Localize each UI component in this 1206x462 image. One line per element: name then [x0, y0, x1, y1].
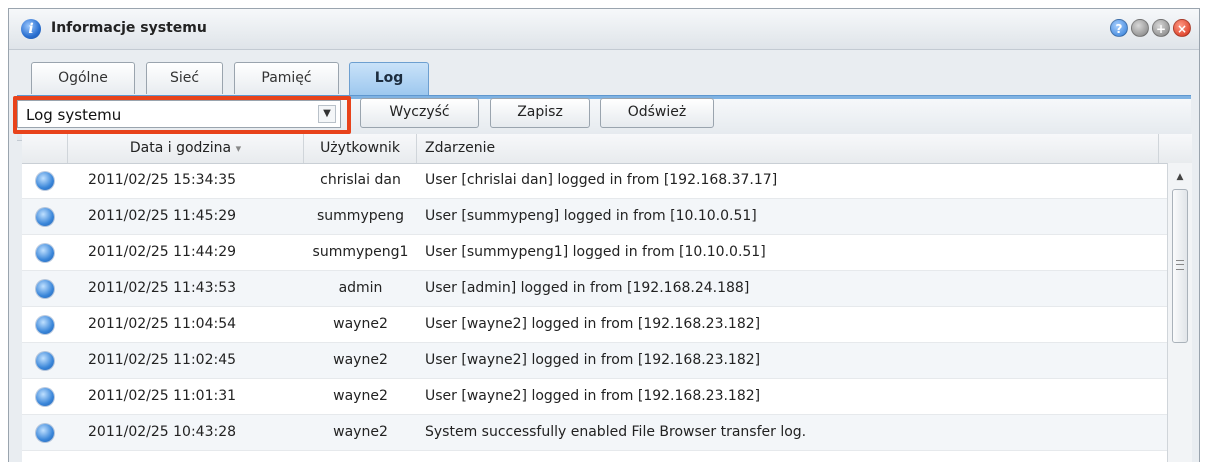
- table-row[interactable]: 2011/02/25 11:02:45 wayne2 User [wayne2]…: [22, 343, 1168, 379]
- help-icon[interactable]: ?: [1110, 19, 1128, 37]
- row-event: User [chrislai dan] logged in from [192.…: [425, 172, 778, 188]
- row-datetime: 2011/02/25 11:45:29: [88, 208, 237, 224]
- row-event: System successfully enabled File Browser…: [425, 424, 807, 440]
- minimize-icon[interactable]: [1131, 19, 1149, 37]
- row-event: User [summypeng] logged in from [10.10.0…: [425, 208, 757, 224]
- row-event: User [admin] logged in from [192.168.24.…: [425, 280, 750, 296]
- info-icon: [36, 388, 54, 406]
- row-user: wayne2: [333, 352, 388, 368]
- row-user: wayne2: [333, 424, 388, 440]
- title-bar[interactable]: i Informacje systemu ? + ×: [9, 9, 1199, 50]
- window-title: Informacje systemu: [51, 20, 207, 36]
- info-icon: [36, 316, 54, 334]
- tab-general[interactable]: Ogólne: [31, 62, 135, 94]
- table-row[interactable]: 2011/02/25 11:44:29 summypeng1 User [sum…: [22, 235, 1168, 271]
- table-row[interactable]: 2011/02/25 15:34:35 chrislai dan User [c…: [22, 163, 1168, 199]
- clear-button[interactable]: Wyczyść: [360, 98, 479, 128]
- row-datetime: 2011/02/25 11:01:31: [88, 388, 237, 404]
- scrollbar-thumb[interactable]: [1172, 189, 1188, 343]
- row-user: summypeng1: [312, 244, 409, 260]
- info-icon: [36, 280, 54, 298]
- maximize-icon[interactable]: +: [1152, 19, 1170, 37]
- table-header: Data i godzina ▾ Użytkownik Zdarzenie: [22, 134, 1192, 164]
- column-header-datetime[interactable]: Data i godzina ▾: [68, 134, 304, 163]
- annotation-highlight: [13, 96, 351, 134]
- row-datetime: 2011/02/25 11:44:29: [88, 244, 237, 260]
- scroll-up-icon[interactable]: ▲: [1168, 169, 1192, 185]
- save-button[interactable]: Zapisz: [490, 98, 590, 128]
- row-user: wayne2: [333, 388, 388, 404]
- info-icon: [36, 244, 54, 262]
- vertical-scrollbar[interactable]: ▲: [1167, 163, 1192, 462]
- info-icon: [36, 172, 54, 190]
- grip-icon: [1176, 260, 1184, 270]
- icon-column-header: [22, 134, 68, 163]
- tab-log[interactable]: Log: [349, 62, 429, 96]
- log-table: Data i godzina ▾ Użytkownik Zdarzenie 20…: [22, 134, 1192, 462]
- table-row[interactable]: 2011/02/25 11:45:29 summypeng User [summ…: [22, 199, 1168, 235]
- table-row[interactable]: 2011/02/25 11:43:53 admin User [admin] l…: [22, 271, 1168, 307]
- column-header-label: Data i godzina: [129, 140, 232, 156]
- tab-storage[interactable]: Pamięć: [234, 62, 339, 94]
- table-row[interactable]: 2011/02/25 11:01:31 wayne2 User [wayne2]…: [22, 379, 1168, 415]
- row-event: User [summypeng1] logged in from [10.10.…: [425, 244, 766, 260]
- row-datetime: 2011/02/25 11:04:54: [88, 316, 237, 332]
- row-datetime: 2011/02/25 11:43:53: [88, 280, 237, 296]
- row-datetime: 2011/02/25 10:43:28: [88, 424, 237, 440]
- tab-network[interactable]: Sieć: [146, 62, 223, 94]
- table-row[interactable]: 2011/02/25 11:04:54 wayne2 User [wayne2]…: [22, 307, 1168, 343]
- row-event: User [wayne2] logged in from [192.168.23…: [425, 316, 761, 332]
- row-event: User [wayne2] logged in from [192.168.23…: [425, 388, 761, 404]
- row-event: User [wayne2] logged in from [192.168.23…: [425, 352, 761, 368]
- row-datetime: 2011/02/25 15:34:35: [88, 172, 237, 188]
- row-user: admin: [338, 280, 383, 296]
- info-icon: i: [21, 19, 41, 39]
- refresh-button[interactable]: Odśwież: [600, 98, 714, 128]
- row-user: chrislai dan: [320, 172, 401, 188]
- info-icon: [36, 352, 54, 370]
- column-header-event[interactable]: Zdarzenie: [417, 134, 1159, 163]
- row-datetime: 2011/02/25 11:02:45: [88, 352, 237, 368]
- sort-desc-icon: ▾: [235, 142, 242, 155]
- window-controls: ? + ×: [1110, 19, 1191, 37]
- close-icon[interactable]: ×: [1173, 19, 1191, 37]
- row-user: summypeng: [317, 208, 404, 224]
- table-row[interactable]: 2011/02/25 10:43:28 wayne2 System succes…: [22, 415, 1168, 451]
- column-header-user[interactable]: Użytkownik: [304, 134, 417, 163]
- info-icon: [36, 208, 54, 226]
- row-user: wayne2: [333, 316, 388, 332]
- info-icon: [36, 424, 54, 442]
